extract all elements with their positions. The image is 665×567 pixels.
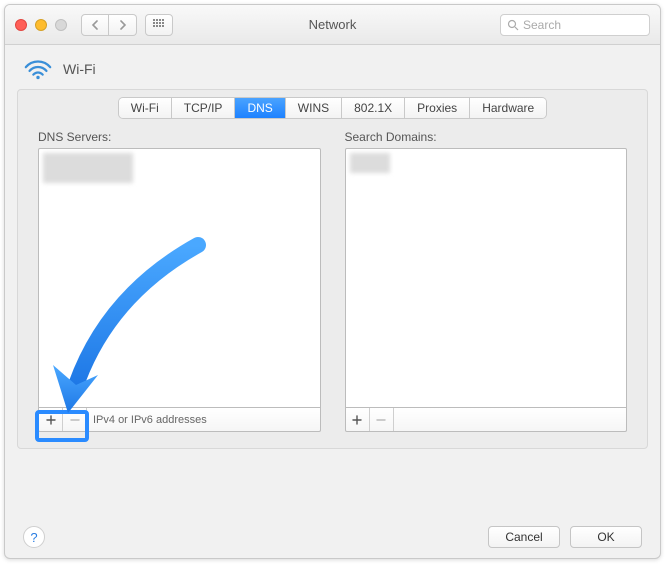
network-preferences-window: Network Search Wi-Fi Wi-Fi TCP/IP D bbox=[4, 4, 661, 559]
settings-panel: Wi-Fi TCP/IP DNS WINS 802.1X Proxies Har… bbox=[17, 89, 648, 449]
domain-add-button[interactable] bbox=[346, 408, 370, 431]
search-domains-column: Search Domains: bbox=[345, 130, 628, 432]
search-domains-list[interactable] bbox=[345, 148, 628, 408]
service-name: Wi-Fi bbox=[63, 61, 96, 77]
plus-icon bbox=[352, 415, 362, 425]
tab-proxies[interactable]: Proxies bbox=[405, 98, 470, 118]
search-placeholder: Search bbox=[523, 18, 561, 32]
close-window-button[interactable] bbox=[15, 19, 27, 31]
dns-servers-column: DNS Servers: IPv4 or IPv6 addresses bbox=[38, 130, 321, 432]
dns-add-button[interactable] bbox=[39, 408, 63, 431]
search-domains-label: Search Domains: bbox=[345, 130, 628, 144]
dns-remove-button bbox=[63, 408, 87, 431]
minus-icon bbox=[376, 415, 386, 425]
redacted-content bbox=[350, 153, 390, 173]
zoom-window-button bbox=[55, 19, 67, 31]
show-all-button[interactable] bbox=[145, 14, 173, 36]
dns-servers-list[interactable] bbox=[38, 148, 321, 408]
window-controls bbox=[15, 19, 67, 31]
back-button[interactable] bbox=[81, 14, 109, 36]
wifi-icon bbox=[23, 57, 53, 81]
tab-wifi[interactable]: Wi-Fi bbox=[119, 98, 172, 118]
service-header: Wi-Fi bbox=[5, 45, 660, 89]
minimize-window-button[interactable] bbox=[35, 19, 47, 31]
ok-button[interactable]: OK bbox=[570, 526, 642, 548]
search-input[interactable]: Search bbox=[500, 14, 650, 36]
tab-wins[interactable]: WINS bbox=[286, 98, 342, 118]
back-forward-group bbox=[81, 14, 137, 36]
forward-button[interactable] bbox=[109, 14, 137, 36]
dns-servers-label: DNS Servers: bbox=[38, 130, 321, 144]
dialog-buttons: ? Cancel OK bbox=[5, 526, 660, 548]
domain-remove-button bbox=[370, 408, 394, 431]
tab-hardware[interactable]: Hardware bbox=[470, 98, 546, 118]
plus-icon bbox=[46, 415, 56, 425]
grid-icon bbox=[153, 19, 165, 31]
redacted-content bbox=[43, 153, 133, 183]
dns-footer: IPv4 or IPv6 addresses bbox=[38, 408, 321, 432]
tab-tcpip[interactable]: TCP/IP bbox=[172, 98, 236, 118]
cancel-button[interactable]: Cancel bbox=[488, 526, 560, 548]
help-button[interactable]: ? bbox=[23, 526, 45, 548]
tab-8021x[interactable]: 802.1X bbox=[342, 98, 405, 118]
search-icon bbox=[507, 19, 519, 31]
tab-strip: Wi-Fi TCP/IP DNS WINS 802.1X Proxies Har… bbox=[18, 90, 647, 130]
domains-footer bbox=[345, 408, 628, 432]
titlebar: Network Search bbox=[5, 5, 660, 45]
tab-dns[interactable]: DNS bbox=[235, 98, 285, 118]
help-icon: ? bbox=[30, 530, 37, 545]
minus-icon bbox=[70, 415, 80, 425]
dns-footer-hint: IPv4 or IPv6 addresses bbox=[87, 414, 207, 426]
